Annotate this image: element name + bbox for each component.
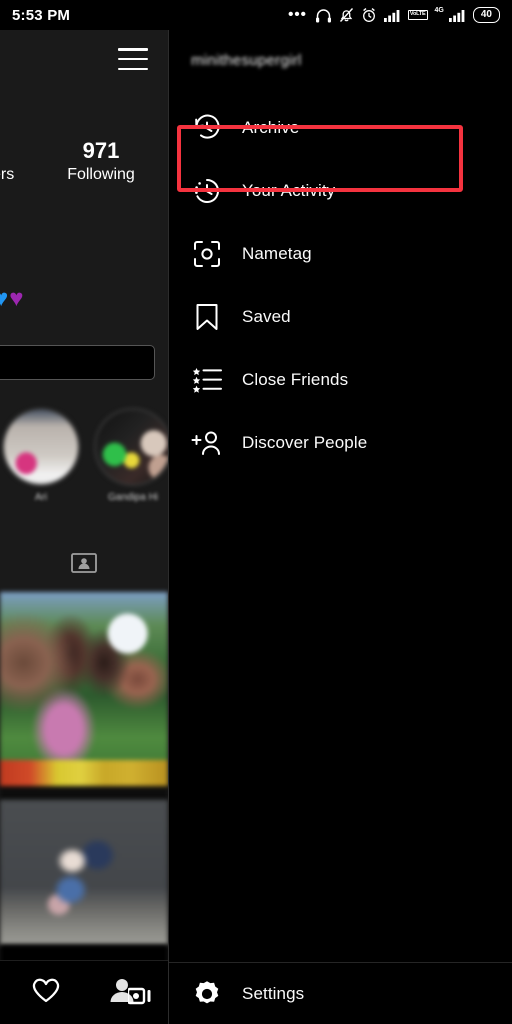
nametag-scan-icon	[191, 238, 223, 270]
4g-signal-icon	[448, 9, 466, 22]
person-add-icon	[191, 427, 223, 459]
drawer-menu-list: Archive Your Activity Nametag Saved Clos…	[169, 96, 512, 474]
menu-item-label: Your Activity	[242, 180, 336, 200]
grid-photo[interactable]	[0, 800, 168, 945]
menu-item-label: Discover People	[242, 432, 368, 452]
menu-item-saved[interactable]: Saved	[169, 285, 512, 348]
tagged-photos-tab-icon[interactable]	[70, 549, 98, 582]
highlight-avatar	[94, 408, 168, 486]
profile-stats: ers 971 Following	[0, 138, 168, 186]
menu-item-your-activity[interactable]: Your Activity	[169, 159, 512, 222]
menu-item-discover-people[interactable]: Discover People	[169, 411, 512, 474]
menu-item-settings[interactable]: Settings	[169, 962, 512, 1024]
profile-tabs	[0, 542, 168, 588]
profile-panel: ers 971 Following ♥♥ Ari Gandipa Hi	[0, 30, 168, 1024]
story-highlight-item[interactable]: Gandipa Hi	[94, 408, 168, 503]
menu-item-nametag[interactable]: Nametag	[169, 222, 512, 285]
grid-photo[interactable]	[0, 592, 168, 800]
drawer-username: minithesupergirl	[191, 52, 302, 69]
more-dots-icon: •••	[288, 6, 307, 23]
followers-partial-label[interactable]: ers	[0, 166, 14, 184]
settings-label: Settings	[242, 983, 305, 1003]
network-type-label: 4G	[434, 6, 444, 14]
menu-item-label: Saved	[242, 306, 291, 326]
profile-bio: ♥♥	[0, 285, 25, 313]
menu-item-label: Close Friends	[242, 369, 349, 389]
archive-clock-icon	[191, 112, 223, 144]
menu-item-label: Archive	[242, 117, 300, 137]
phone-screen: 5:53 PM ••• Vo LTE 4G 40 rs 971 Followin…	[0, 0, 512, 1024]
volte-icon: Vo LTE	[407, 10, 428, 20]
gear-icon	[191, 978, 223, 1010]
bookmark-icon	[191, 301, 223, 333]
hamburger-menu-icon[interactable]	[118, 48, 148, 70]
menu-item-archive[interactable]: Archive	[169, 96, 512, 159]
side-drawer-menu: minithesupergirl Archive Your Activity N…	[168, 30, 512, 1024]
highlight-label: Gandipa Hi	[107, 492, 159, 503]
volte-bottom-text: LTE	[416, 11, 426, 18]
star-list-icon	[191, 364, 223, 396]
menu-item-label: Nametag	[242, 243, 312, 263]
highlight-avatar	[2, 408, 80, 486]
edit-profile-button[interactable]	[0, 345, 155, 380]
headphones-icon	[315, 8, 332, 23]
following-count: 971	[82, 138, 120, 163]
battery-icon: 40	[472, 7, 500, 23]
profile-photo-grid	[0, 592, 168, 995]
story-highlight-item[interactable]: Ari	[2, 408, 80, 503]
purple-heart-icon: ♥	[9, 285, 25, 312]
menu-item-close-friends[interactable]: Close Friends	[169, 348, 512, 411]
following-stat[interactable]: 971 Following	[46, 138, 156, 186]
activity-clock-icon	[191, 175, 223, 207]
activity-heart-icon[interactable]	[31, 976, 61, 1009]
story-highlights: Ari Gandipa Hi	[0, 408, 168, 503]
blue-heart-icon: ♥	[0, 285, 10, 312]
status-bar: 5:53 PM ••• Vo LTE 4G 40	[0, 0, 512, 30]
carousel-multi-photo-icon	[126, 987, 152, 1010]
alarm-clock-icon	[361, 7, 377, 23]
highlight-label: Ari	[34, 492, 48, 503]
following-label: Following	[67, 166, 135, 183]
status-bar-clock: 5:53 PM	[12, 6, 71, 24]
signal-bars-icon	[383, 9, 401, 22]
status-bar-icons: ••• Vo LTE 4G 40	[288, 7, 500, 23]
notifications-muted-icon	[339, 7, 354, 23]
